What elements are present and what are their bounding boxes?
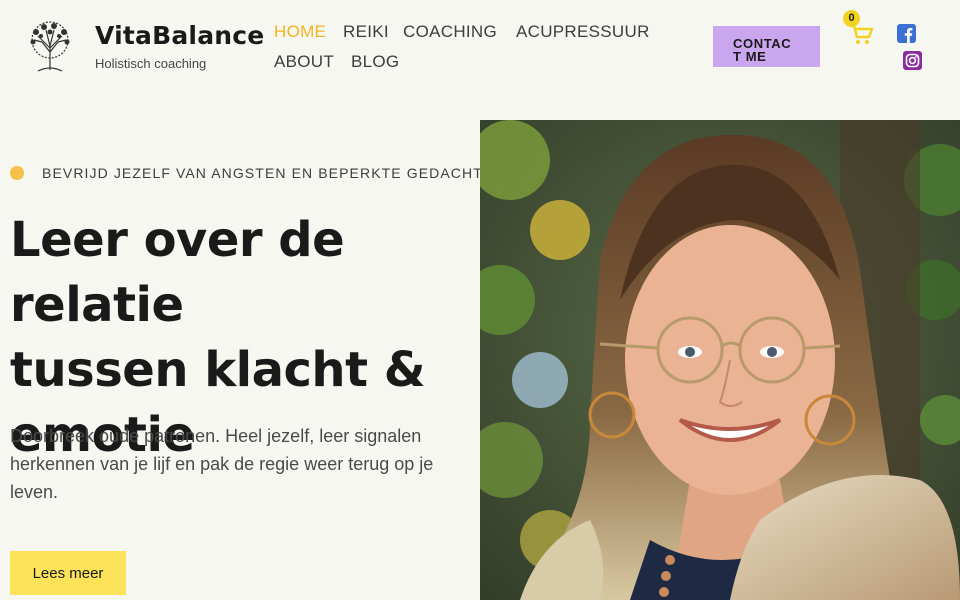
eyebrow-bullet: [10, 166, 24, 180]
facebook-icon[interactable]: [897, 24, 916, 43]
brand-name[interactable]: VitaBalance: [95, 21, 264, 50]
headline-line-1: Leer over de relatie: [10, 212, 345, 333]
nav-reiki[interactable]: REIKI: [343, 22, 389, 42]
cart-count-badge: 0: [843, 10, 860, 27]
brand-tagline: Holistisch coaching: [95, 56, 207, 71]
nav-blog[interactable]: BLOG: [351, 52, 399, 72]
tree-logo[interactable]: [24, 18, 76, 74]
contact-label-line2: T ME: [733, 49, 767, 64]
nav-coaching[interactable]: COACHING: [403, 22, 497, 42]
nav-home[interactable]: HOME: [274, 22, 326, 42]
read-more-button[interactable]: Lees meer: [10, 551, 126, 595]
instagram-icon[interactable]: [903, 51, 922, 70]
hero-eyebrow: BEVRIJD JEZELF VAN ANGSTEN EN BEPERKTE G…: [42, 165, 505, 181]
nav-acupressuur[interactable]: ACUPRESSUUR: [516, 22, 650, 42]
hero-portrait-photo: [480, 120, 960, 600]
nav-about[interactable]: ABOUT: [274, 52, 334, 72]
headline-line-2: tussen klacht &: [10, 342, 426, 398]
contact-me-button[interactable]: CONTAC T ME: [713, 26, 820, 67]
hero-lead-text: Doorbreek oude patronen. Heel jezelf, le…: [10, 426, 434, 502]
